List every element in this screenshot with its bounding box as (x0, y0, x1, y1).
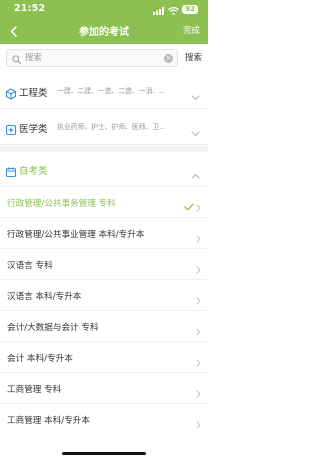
chevron-right-icon (196, 321, 201, 340)
category-subtitle: 一建、二建、一造、二造、一消、... (57, 87, 166, 95)
chevron-right-icon (196, 352, 201, 371)
exam-item-label: 工商管理 专科 (7, 385, 62, 395)
exam-item-label: 会计 本科/专升本 (7, 354, 73, 364)
category-self-study[interactable]: 自考类 (0, 152, 208, 187)
category-subtitle: 执业药师、护士、护师、医师、卫... (57, 123, 166, 131)
exam-item[interactable]: 会计 本科/专升本 (0, 341, 208, 372)
calendar-icon (5, 163, 17, 178)
exam-item-label: 汉语言 专科 (7, 261, 53, 271)
chevron-right-icon (196, 290, 201, 309)
exam-item[interactable]: 工商管理 本科/专升本 (0, 403, 208, 434)
home-indicator[interactable] (62, 452, 146, 455)
chevron-up-icon (191, 164, 200, 183)
exam-item-label: 汉语言 本科/专升本 (7, 292, 82, 302)
clear-icon[interactable]: × (164, 54, 173, 63)
check-icon (184, 196, 194, 215)
search-icon (12, 49, 21, 68)
chevron-down-icon (191, 86, 200, 105)
done-button[interactable]: 完成 (183, 24, 200, 36)
exam-item-label: 行政管理/公共事务管理 专科 (7, 199, 116, 209)
chevron-down-icon (191, 122, 200, 141)
chevron-right-icon (196, 259, 201, 278)
nav-bar: 参加的考试 完成 (0, 20, 208, 42)
status-icons: 92 (153, 4, 198, 15)
chevron-right-icon (196, 383, 201, 402)
exam-item[interactable]: 汉语言 专科 (0, 248, 208, 279)
signal-icon (153, 0, 165, 19)
exam-item[interactable]: 行政管理/公共事业管理 本科/专升本 (0, 217, 208, 248)
category-name: 医学类 (19, 124, 48, 135)
category-name: 工程类 (19, 88, 48, 99)
exam-item-label: 行政管理/公共事业管理 本科/专升本 (7, 230, 145, 240)
category-medical[interactable]: 医学类 执业药师、护士、护师、医师、卫... (0, 110, 208, 145)
status-time: 21:52 (14, 3, 46, 14)
search-box[interactable]: × (6, 49, 178, 67)
battery-icon: 92 (182, 4, 198, 14)
app-header: 21:52 92 参加的考试 完成 (0, 0, 208, 44)
exam-item[interactable]: 汉语言 本科/专升本 (0, 279, 208, 310)
page-title: 参加的考试 (79, 27, 129, 38)
status-bar: 21:52 92 (0, 0, 208, 18)
wifi-icon (168, 0, 180, 19)
exam-item[interactable]: 行政管理/公共事务管理 专科 (0, 186, 208, 217)
exam-item-label: 会计/大数据与会计 专科 (7, 323, 99, 333)
cube-icon (5, 85, 17, 100)
chevron-right-icon (196, 228, 201, 247)
exam-item[interactable]: 工商管理 专科 (0, 372, 208, 403)
exam-item-label: 工商管理 本科/专升本 (7, 416, 90, 426)
category-name: 自考类 (19, 166, 48, 177)
chevron-right-icon (196, 197, 201, 216)
exam-item[interactable]: 会计/大数据与会计 专科 (0, 310, 208, 341)
search-input[interactable] (25, 53, 155, 63)
category-engineering[interactable]: 工程类 一建、二建、一造、二造、一消、... (0, 74, 208, 109)
chevron-right-icon (196, 414, 201, 433)
search-button[interactable]: 搜索 (185, 51, 202, 63)
medical-cross-icon (5, 121, 17, 136)
search-bar: × 搜索 (0, 49, 208, 69)
